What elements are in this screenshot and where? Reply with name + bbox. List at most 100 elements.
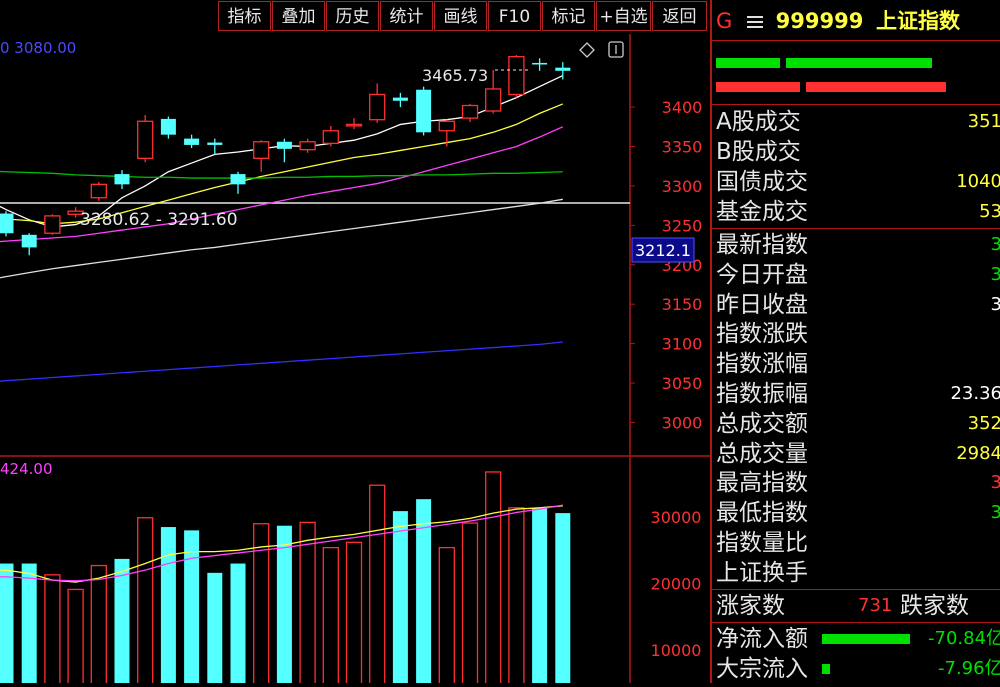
volume-bar[interactable] bbox=[532, 508, 548, 685]
candle[interactable] bbox=[438, 119, 455, 147]
volume-bars[interactable] bbox=[0, 471, 571, 686]
row-value: 351 bbox=[967, 111, 1000, 132]
volume-bar[interactable] bbox=[21, 563, 37, 685]
stock-code: 999999 bbox=[775, 9, 864, 33]
index-row: 最新指数 3 bbox=[716, 230, 1000, 260]
history-button[interactable]: 历史 bbox=[326, 1, 379, 31]
indicator-button[interactable]: 指标 bbox=[218, 1, 271, 31]
net-inflow-row: 净流入额 -70.84亿 bbox=[716, 624, 1000, 654]
kline-chart-area[interactable]: 3400 3350 3300 3250 3200 3150 3100 3050 3000 300… bbox=[0, 34, 710, 686]
volume-bar[interactable] bbox=[0, 563, 14, 685]
candle[interactable] bbox=[508, 55, 525, 98]
volume-bar[interactable] bbox=[299, 521, 316, 686]
inflow-label: 净流入额 bbox=[716, 626, 808, 652]
candle[interactable] bbox=[345, 118, 363, 130]
candle[interactable] bbox=[184, 134, 200, 149]
draw-line-button[interactable]: 画线 bbox=[434, 1, 487, 31]
row-label: 总成交量 bbox=[716, 440, 808, 467]
volume-bar[interactable] bbox=[322, 546, 339, 686]
candle-body bbox=[555, 67, 571, 71]
current-price-text: 3212.1 bbox=[635, 241, 691, 260]
index-row: 最低指数 3 bbox=[716, 498, 1000, 528]
volume-bar[interactable] bbox=[555, 513, 571, 685]
candle[interactable] bbox=[114, 170, 130, 190]
candle[interactable] bbox=[416, 86, 432, 136]
candle[interactable] bbox=[461, 103, 479, 123]
volume-tick-label: 30000 bbox=[651, 508, 702, 527]
turnover-row: 国债成交 1040 bbox=[716, 167, 1000, 197]
add-watchlist-button[interactable]: +自选 bbox=[596, 1, 651, 31]
candle[interactable] bbox=[0, 211, 14, 237]
range-annotation: 3280.62 - 3291.60 bbox=[80, 210, 238, 230]
top-left-value: 0 3080.00 bbox=[0, 39, 76, 57]
candle[interactable] bbox=[392, 92, 408, 108]
candle[interactable] bbox=[253, 140, 270, 172]
volume-bar[interactable] bbox=[44, 574, 61, 686]
block-inflow-row: 大宗流入 -7.96亿 bbox=[716, 654, 1000, 683]
price-tick-label: 3300 bbox=[662, 177, 703, 196]
candle-body bbox=[184, 138, 200, 145]
volume-bar[interactable] bbox=[438, 546, 455, 686]
candle[interactable] bbox=[369, 83, 386, 123]
volume-bar[interactable] bbox=[508, 507, 525, 686]
volume-bar[interactable] bbox=[461, 522, 479, 686]
volume-bar[interactable] bbox=[114, 558, 130, 685]
index-row: 总成交额 352 bbox=[716, 409, 1000, 439]
index-row: 上证换手 bbox=[716, 558, 1000, 588]
volume-tick-label: 20000 bbox=[651, 574, 702, 593]
rise-fall-row: 涨家数 731 跌家数 bbox=[716, 591, 1000, 621]
candle[interactable] bbox=[322, 126, 339, 147]
price-tick-label: 3000 bbox=[662, 413, 703, 432]
volume-bar[interactable] bbox=[160, 527, 176, 685]
volume-bar[interactable] bbox=[276, 525, 292, 685]
hamburger-icon[interactable] bbox=[746, 13, 763, 31]
index-row: 昨日收盘 3 bbox=[716, 290, 1000, 320]
volume-bar[interactable] bbox=[207, 572, 223, 685]
candle[interactable] bbox=[230, 171, 246, 194]
index-row: 指数涨幅 bbox=[716, 349, 1000, 379]
candle-body bbox=[137, 120, 154, 159]
row-label: 指数量比 bbox=[716, 530, 808, 556]
volume-bar[interactable] bbox=[184, 530, 200, 685]
candle[interactable] bbox=[160, 116, 176, 139]
candle[interactable] bbox=[555, 62, 571, 80]
sell-strength-bar-1 bbox=[716, 82, 800, 92]
back-button[interactable]: 返回 bbox=[652, 1, 707, 31]
row-label: 上证换手 bbox=[716, 559, 808, 586]
mark-button[interactable]: 标记 bbox=[542, 1, 595, 31]
row-value: 3 bbox=[991, 230, 1000, 260]
volume-bar[interactable] bbox=[392, 511, 408, 685]
candle[interactable] bbox=[137, 114, 154, 163]
overlay-button[interactable]: 叠加 bbox=[272, 1, 325, 31]
volume-bar[interactable] bbox=[230, 563, 246, 685]
candle-body bbox=[276, 141, 292, 149]
candle[interactable] bbox=[276, 138, 292, 163]
panel-title: G 999999 上证指数 bbox=[716, 4, 960, 38]
index-row: 指数量比 bbox=[716, 528, 1000, 558]
candle[interactable] bbox=[90, 181, 107, 201]
index-row: 今日开盘 3 bbox=[716, 260, 1000, 290]
volume-bar[interactable] bbox=[137, 517, 154, 686]
volume-bar[interactable] bbox=[485, 471, 502, 686]
candle[interactable] bbox=[207, 138, 223, 155]
statistics-button[interactable]: 统计 bbox=[380, 1, 433, 31]
turnover-row: A股成交 351 bbox=[716, 107, 1000, 137]
volume-bar[interactable] bbox=[345, 541, 363, 686]
diamond-icon[interactable] bbox=[579, 42, 595, 58]
f10-button[interactable]: F10 bbox=[488, 1, 541, 31]
candle[interactable] bbox=[299, 138, 316, 153]
candle[interactable] bbox=[44, 214, 61, 235]
candle[interactable] bbox=[532, 58, 548, 71]
window-icon[interactable] bbox=[608, 41, 624, 58]
row-label: A股成交 bbox=[716, 109, 801, 135]
volume-bar[interactable] bbox=[369, 484, 386, 686]
row-label: 今日开盘 bbox=[716, 261, 808, 288]
price-tick-label: 3150 bbox=[662, 295, 703, 314]
volume-bar[interactable] bbox=[67, 588, 84, 686]
candle-body bbox=[532, 62, 548, 65]
row-label: B股成交 bbox=[716, 139, 801, 165]
candle[interactable] bbox=[21, 233, 37, 256]
candle-body bbox=[114, 174, 130, 185]
volume-bar[interactable] bbox=[90, 564, 107, 686]
kline-chart[interactable]: 340033503300325032003150310030503000 300… bbox=[0, 34, 710, 686]
